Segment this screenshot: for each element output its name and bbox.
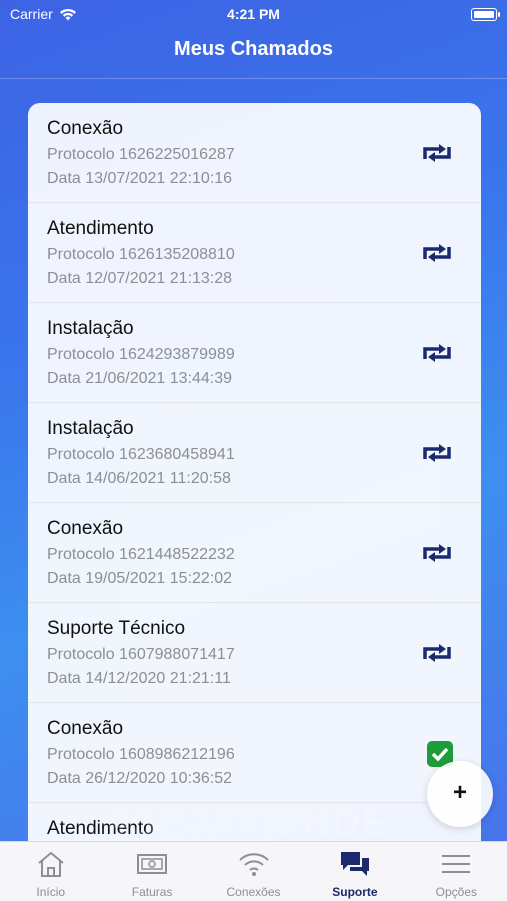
ticket-row[interactable]: Suporte Técnico Protocolo 1607988071417 Da… (28, 603, 481, 703)
ticket-date: Data 13/07/2021 22:10:16 (47, 170, 233, 187)
tab-label: Conexões (226, 885, 281, 899)
status-bar: Carrier 4:21 PM (0, 0, 507, 28)
page-title: Meus Chamados (174, 38, 333, 60)
battery-icon (471, 8, 500, 21)
ticket-row[interactable]: Instalação Protocolo 1624293879989 Data 21… (28, 303, 481, 403)
ticket-row[interactable]: Instalação Protocolo 1623680458941 Data 14… (28, 403, 481, 503)
ticket-protocol: Protocolo 1608986212196 (47, 746, 235, 763)
tab-label: Faturas (131, 885, 173, 899)
watermark-text: #SEJATRINDE (108, 802, 390, 844)
repeat-icon (419, 541, 455, 565)
menu-icon (442, 855, 471, 873)
nav-divider (0, 78, 507, 79)
repeat-icon (419, 641, 455, 665)
ticket-title: Conexão (47, 118, 124, 139)
ticket-protocol: Protocolo 1607988071417 (47, 646, 235, 663)
tab-inicio[interactable]: Início (0, 842, 101, 901)
repeat-icon (419, 341, 455, 365)
repeat-icon (419, 241, 455, 265)
ticket-date: Data 12/07/2021 21:13:28 (47, 270, 233, 287)
ticket-date: Data 14/12/2020 21:21:11 (47, 670, 231, 687)
ticket-protocol: Protocolo 1626135208810 (47, 246, 235, 263)
ticket-protocol: Protocolo 1621448522232 (47, 546, 235, 563)
ticket-row[interactable]: Atendimento Protocolo 1626135208810 Data 1… (28, 203, 481, 303)
ticket-title: Suporte Técnico (47, 618, 186, 639)
chat-icon (340, 852, 369, 876)
tab-suporte[interactable]: Suporte (304, 842, 405, 901)
tab-conexoes[interactable]: Conexões (203, 842, 304, 901)
ticket-date: Data 19/05/2021 15:22:02 (47, 570, 233, 587)
ticket-protocol: Protocolo 1626225016287 (47, 146, 235, 163)
ticket-title: Conexão (47, 518, 124, 539)
ticket-row[interactable]: Conexão Protocolo 1621448522232 Data 19/05… (28, 503, 481, 603)
ticket-title: Conexão (47, 718, 124, 739)
home-icon (38, 851, 64, 877)
ticket-protocol: Protocolo 1623680458941 (47, 446, 235, 463)
ticket-row[interactable]: Conexão Protocolo 1626225016287 Data 13/07… (28, 103, 481, 203)
tab-label: Início (36, 885, 66, 899)
ticket-title: Instalação (47, 418, 134, 439)
ticket-title: Instalação (47, 318, 134, 339)
repeat-icon (419, 441, 455, 465)
tab-label: Suporte (332, 885, 378, 899)
tab-faturas[interactable]: Faturas (101, 842, 202, 901)
ticket-row[interactable]: Conexão Protocolo 1608986212196 Data 26/12… (28, 703, 481, 803)
add-ticket-button[interactable]: + (427, 761, 493, 827)
ticket-protocol: Protocolo 1624293879989 (47, 346, 235, 363)
wifi-icon (238, 853, 269, 876)
repeat-icon (419, 141, 455, 165)
tab-label: Opções (435, 885, 477, 899)
tab-opcoes[interactable]: Opções (406, 842, 507, 901)
ticket-list: Conexão Protocolo 1626225016287 Data 13/07… (28, 103, 481, 843)
ticket-title: Atendimento (47, 218, 154, 239)
tab-bar: Início Faturas Conexões Suporte Opções (0, 841, 507, 901)
ticket-date: Data 14/06/2021 11:20:58 (47, 470, 231, 487)
clock: 4:21 PM (227, 6, 280, 22)
invoice-icon (137, 854, 168, 874)
ticket-date: Data 21/06/2021 13:44:39 (47, 370, 233, 387)
ticket-date: Data 26/12/2020 10:36:52 (47, 770, 233, 787)
